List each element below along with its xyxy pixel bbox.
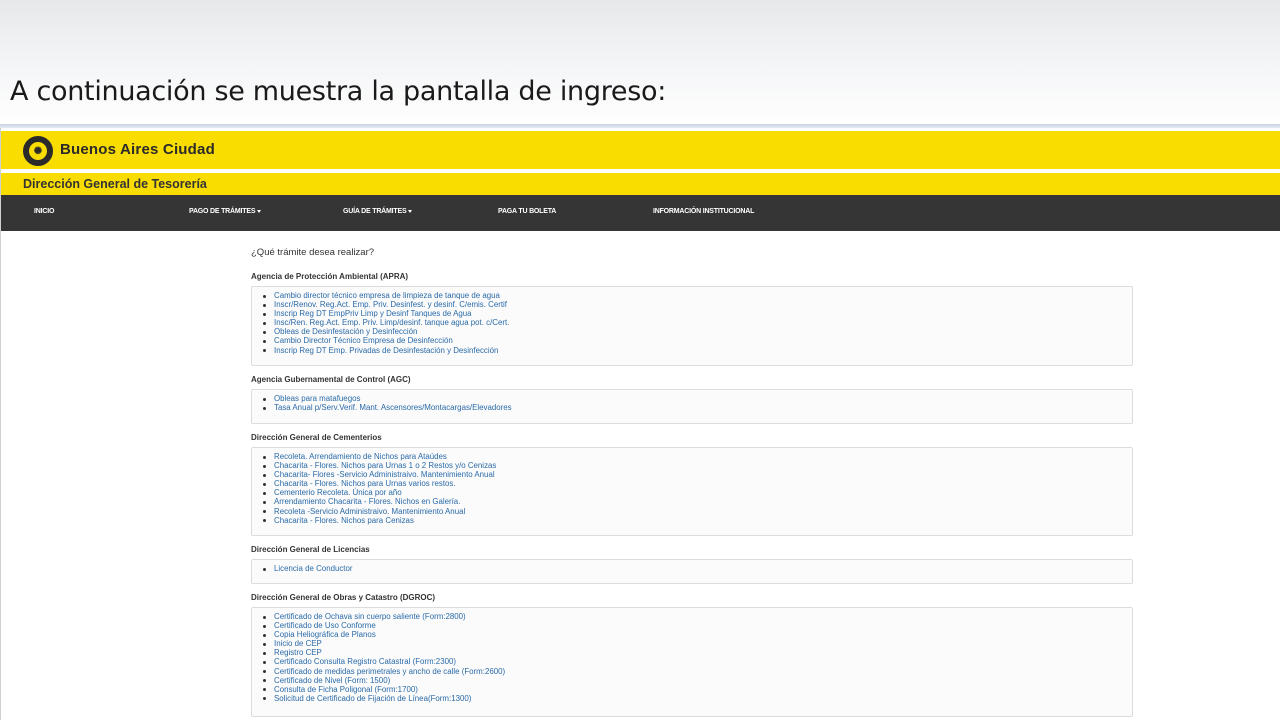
- tramite-link[interactable]: Inicio de CEP: [263, 639, 1132, 648]
- section-title: Agencia de Protección Ambiental (APRA): [251, 272, 409, 281]
- tramite-link[interactable]: Chacarita - Flores. Nichos para Urnas 1 …: [263, 461, 1132, 470]
- slide-caption: A continuación se muestra la pantalla de…: [10, 76, 666, 107]
- tramite-link[interactable]: Inscrip Reg DT Emp. Privadas de Desinfes…: [263, 346, 1132, 355]
- section-panel-dgroc: Certificado de Ochava sin cuerpo salient…: [251, 607, 1133, 717]
- nav-label: GUÍA DE TRÁMITES: [343, 208, 407, 215]
- tramite-link[interactable]: Certificado de Nivel (Form: 1500): [263, 676, 1132, 685]
- site-brand[interactable]: Buenos Aires Ciudad: [60, 141, 215, 158]
- tramite-link[interactable]: Insc/Ren. Reg.Act. Emp. Priv. Limp/desin…: [263, 318, 1132, 327]
- logo-emblem: ✺: [27, 140, 49, 162]
- tramite-link[interactable]: Recoleta. Arrendamiento de Nichos para A…: [263, 452, 1132, 461]
- tramite-link[interactable]: Cementerio Recoleta. Única por año: [263, 488, 1132, 497]
- section-panel-cementerios: Recoleta. Arrendamiento de Nichos para A…: [251, 447, 1133, 536]
- nav-paga-tu-boleta[interactable]: PAGA TU BOLETA: [498, 208, 556, 215]
- nav-label: INFORMACIÓN INSTITUCIONAL: [653, 208, 755, 215]
- nav-inicio[interactable]: INICIO: [34, 208, 54, 215]
- city-logo-icon[interactable]: ✺: [23, 136, 53, 166]
- tramite-link[interactable]: Registro CEP: [263, 648, 1132, 657]
- tramite-link[interactable]: Inscr/Renov. Reg.Act. Emp. Priv. Desinfe…: [263, 300, 1132, 309]
- tramite-link[interactable]: Obleas de Desinfestación y Desinfección: [263, 327, 1132, 336]
- nav-label: PAGA TU BOLETA: [498, 208, 557, 215]
- section-title: Dirección General de Licencias: [251, 545, 370, 554]
- tramite-link[interactable]: Consulta de Ficha Poligonal (Form:1700): [263, 685, 1132, 694]
- slide-background: [0, 0, 1280, 128]
- main-navigation: INICIO PAGO DE TRÁMITES GUÍA DE TRÁMITES…: [1, 195, 1280, 231]
- tramite-link[interactable]: Certificado Consulta Registro Catastral …: [263, 657, 1132, 666]
- tramite-link[interactable]: Arrendamiento Chacarita - Flores. Nichos…: [263, 497, 1132, 506]
- section-panel-agc: Obleas para matafuegos Tasa Anual p/Serv…: [251, 389, 1133, 424]
- section-title: Agencia Gubernamental de Control (AGC): [251, 375, 411, 384]
- site-subtitle: Dirección General de Tesorería: [23, 177, 207, 191]
- tramite-link[interactable]: Inscrip Reg DT EmpPriv Limp y Desinf Tan…: [263, 309, 1132, 318]
- tramite-link[interactable]: Certificado de medidas perimetrales y an…: [263, 667, 1132, 676]
- tramite-link[interactable]: Solicitud de Certificado de Fijación de …: [263, 694, 1132, 703]
- chevron-down-icon: [408, 209, 413, 213]
- section-panel-licencias: Licencia de Conductor: [251, 559, 1133, 584]
- tramite-link[interactable]: Certificado de Ochava sin cuerpo salient…: [263, 612, 1132, 621]
- nav-pago-de-tramites[interactable]: PAGO DE TRÁMITES: [189, 208, 262, 215]
- tramites-content: ¿Qué trámite desea realizar? Agencia de …: [251, 247, 1133, 717]
- tramite-link[interactable]: Chacarita - Flores. Nichos para Cenizas: [263, 516, 1132, 525]
- tramite-link[interactable]: Tasa Anual p/Serv.Verif. Mant. Ascensore…: [263, 403, 1132, 412]
- tramite-link[interactable]: Copia Heliográfica de Planos: [263, 630, 1132, 639]
- tramite-link[interactable]: Cambio director técnico empresa de limpi…: [263, 291, 1132, 300]
- website-screenshot: ✺ Buenos Aires Ciudad Dirección General …: [0, 128, 1280, 720]
- tramite-link[interactable]: Recoleta -Servicio Administraivo. Manten…: [263, 507, 1132, 516]
- tramite-link[interactable]: Licencia de Conductor: [263, 564, 1132, 573]
- page-question: ¿Qué trámite desea realizar?: [251, 247, 375, 258]
- tramite-link[interactable]: Certificado de Uso Conforme: [263, 621, 1132, 630]
- section-title: Dirección General de Obras y Catastro (D…: [251, 593, 436, 602]
- nav-label: INICIO: [34, 208, 55, 215]
- tramite-link[interactable]: Cambio Director Técnico Empresa de Desin…: [263, 336, 1132, 345]
- tramite-link[interactable]: Chacarita- Flores -Servicio Administraiv…: [263, 470, 1132, 479]
- nav-label: PAGO DE TRÁMITES: [189, 208, 256, 215]
- tramite-link[interactable]: Chacarita - Flores. Nichos para Urnas va…: [263, 479, 1132, 488]
- section-panel-apra: Cambio director técnico empresa de limpi…: [251, 286, 1133, 366]
- chevron-down-icon: [257, 209, 262, 213]
- nav-informacion-institucional[interactable]: INFORMACIÓN INSTITUCIONAL: [653, 208, 754, 215]
- section-title: Dirección General de Cementerios: [251, 433, 382, 442]
- tramite-link[interactable]: Obleas para matafuegos: [263, 394, 1132, 403]
- nav-guia-de-tramites[interactable]: GUÍA DE TRÁMITES: [343, 208, 413, 215]
